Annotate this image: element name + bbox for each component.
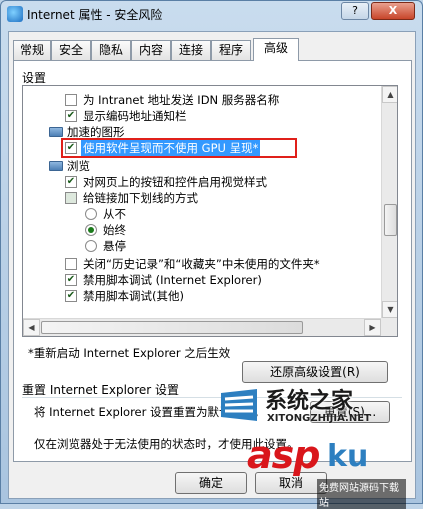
settings-list[interactable]: 为 Intranet 地址发送 IDN 服务器名称 ✔ 显示编码地址通知栏 加速… xyxy=(22,85,398,337)
cancel-button[interactable]: 取消 xyxy=(255,472,327,494)
reset-heading: 重置 Internet Explorer 设置 xyxy=(22,383,180,397)
list-item-label: 给链接加下划线的方式 xyxy=(83,191,198,205)
vertical-scroll-thumb[interactable] xyxy=(384,204,397,236)
list-item-label: 悬停 xyxy=(103,239,126,253)
checkbox-unchecked[interactable] xyxy=(65,258,77,270)
checkbox-checked[interactable]: ✔ xyxy=(65,176,77,188)
restart-note: *重新启动 Internet Explorer 之后生效 xyxy=(28,346,231,360)
list-item-label: 显示编码地址通知栏 xyxy=(83,109,187,123)
close-button[interactable]: X xyxy=(371,2,415,20)
advanced-panel: 设置 为 Intranet 地址发送 IDN 服务器名称 ✔ 显示编码地址通知栏… xyxy=(13,60,412,462)
ok-button[interactable]: 确定 xyxy=(175,472,247,494)
title-bar[interactable]: Internet 属性 - 安全风险 ? X xyxy=(1,1,422,27)
section-divider xyxy=(22,397,402,398)
folder-icon xyxy=(49,127,63,137)
internet-options-window: Internet 属性 - 安全风险 ? X 常规 安全 隐私 内容 连接 程序… xyxy=(0,0,423,509)
list-item-label: 关闭“历史记录”和“收藏夹”中未使用的文件夹* xyxy=(83,257,320,271)
window-title: Internet 属性 - 安全风险 xyxy=(27,8,163,22)
horizontal-scroll-thumb[interactable] xyxy=(41,321,303,334)
checkbox-checked[interactable]: ✔ xyxy=(65,274,77,286)
tab-content[interactable]: 内容 xyxy=(131,40,171,60)
scroll-right-arrow-icon[interactable]: ▶ xyxy=(364,319,381,336)
checkbox-checked[interactable]: ✔ xyxy=(65,110,77,122)
list-item-label: 对网页上的按钮和控件启用视觉样式 xyxy=(83,175,267,189)
settings-heading: 设置 xyxy=(22,71,47,85)
horizontal-scrollbar[interactable]: ◀ ▶ xyxy=(23,318,381,336)
restore-advanced-settings-button[interactable]: 还原高级设置(R) xyxy=(242,361,388,383)
vertical-scrollbar[interactable]: ▲ ▼ xyxy=(381,86,397,318)
checkbox-indeterminate[interactable] xyxy=(65,192,77,204)
tab-advanced[interactable]: 高级 xyxy=(253,38,299,61)
checkbox-unchecked[interactable] xyxy=(65,94,77,106)
tab-general[interactable]: 常规 xyxy=(13,40,51,60)
list-item-label: 为 Intranet 地址发送 IDN 服务器名称 xyxy=(83,93,280,107)
radio-selected[interactable] xyxy=(85,224,97,236)
list-item-label: 使用软件呈现而不使用 GPU 呈现* xyxy=(81,140,261,156)
checkbox-checked[interactable]: ✔ xyxy=(65,142,77,154)
list-item-label: 始终 xyxy=(103,223,126,237)
reset-description: 将 Internet Explorer 设置重置为默认设置。 xyxy=(34,405,266,419)
reset-button[interactable]: 重置(S)... xyxy=(310,401,390,423)
tab-strip: 常规 安全 隐私 内容 连接 程序 高级 xyxy=(13,38,413,61)
scroll-left-arrow-icon[interactable]: ◀ xyxy=(23,319,40,336)
tab-programs[interactable]: 程序 xyxy=(211,40,251,60)
scroll-up-arrow-icon[interactable]: ▲ xyxy=(382,86,397,103)
folder-icon xyxy=(49,161,63,171)
tab-privacy[interactable]: 隐私 xyxy=(91,40,131,60)
tab-security[interactable]: 安全 xyxy=(51,40,91,60)
radio-unselected[interactable] xyxy=(85,240,97,252)
scroll-down-arrow-icon[interactable]: ▼ xyxy=(382,301,397,318)
list-item-label: 禁用脚本调试 (Internet Explorer) xyxy=(83,273,262,287)
list-item-label: 从不 xyxy=(103,207,126,221)
internet-explorer-icon xyxy=(7,6,23,22)
list-group-label: 浏览 xyxy=(67,159,90,173)
checkbox-checked[interactable]: ✔ xyxy=(65,290,77,302)
scrollbar-corner xyxy=(381,318,397,336)
dialog-client-area: 常规 安全 隐私 内容 连接 程序 高级 设置 为 Intranet 地址发送 … xyxy=(8,31,416,499)
reset-warning: 仅在浏览器处于无法使用的状态时，才使用此设置。 xyxy=(34,437,299,451)
list-item-label: 禁用脚本调试(其他) xyxy=(83,289,184,303)
settings-list-viewport: 为 Intranet 地址发送 IDN 服务器名称 ✔ 显示编码地址通知栏 加速… xyxy=(23,86,381,318)
radio-unselected[interactable] xyxy=(85,208,97,220)
list-group-label: 加速的图形 xyxy=(67,125,125,139)
tab-connections[interactable]: 连接 xyxy=(171,40,211,60)
help-button[interactable]: ? xyxy=(341,2,369,20)
